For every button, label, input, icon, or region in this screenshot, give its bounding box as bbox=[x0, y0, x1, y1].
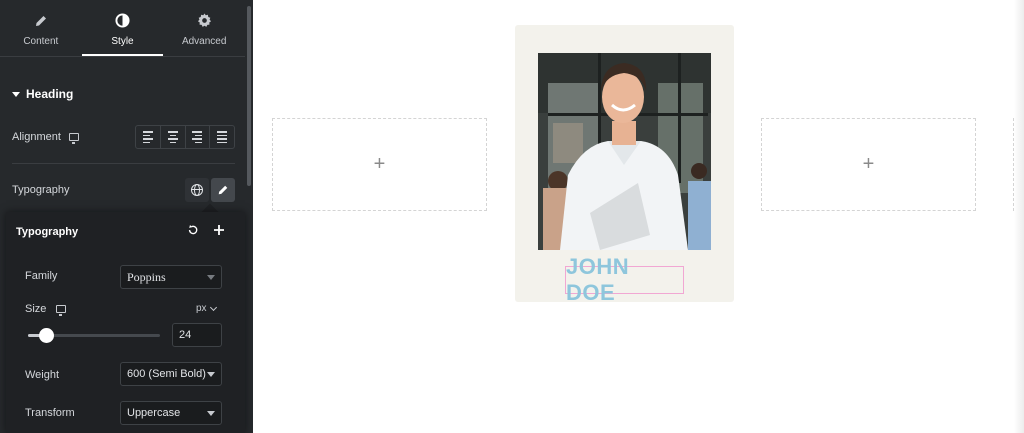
size-unit-value: px bbox=[196, 303, 207, 314]
gear-icon bbox=[197, 12, 212, 30]
chevron-down-icon bbox=[209, 303, 217, 311]
team-member-card[interactable]: JOHN DOE bbox=[515, 25, 734, 305]
style-panel: Content Style Advanced Heading Alignment bbox=[0, 0, 253, 433]
monitor-icon[interactable] bbox=[68, 133, 79, 144]
section-title: Heading bbox=[26, 87, 74, 101]
align-center-button[interactable] bbox=[161, 126, 186, 148]
contrast-icon bbox=[115, 12, 130, 30]
plus-icon: + bbox=[373, 153, 386, 175]
size-input[interactable]: 24 bbox=[172, 323, 222, 347]
tab-label: Advanced bbox=[181, 35, 227, 47]
align-justify-button[interactable] bbox=[210, 126, 234, 148]
weight-label: Weight bbox=[25, 369, 60, 381]
popover-title: Typography bbox=[16, 226, 79, 238]
page-canvas: + JOHN DOE + bbox=[253, 0, 1024, 433]
size-slider[interactable] bbox=[28, 328, 160, 343]
globe-icon bbox=[191, 184, 203, 196]
size-unit-select[interactable]: px bbox=[196, 303, 217, 314]
alignment-label-text: Alignment bbox=[12, 131, 61, 143]
typography-controls bbox=[185, 178, 235, 202]
typography-label: Typography bbox=[12, 184, 69, 196]
pencil-icon bbox=[218, 185, 228, 195]
member-name-heading[interactable]: JOHN DOE bbox=[566, 254, 683, 306]
tab-label: Content bbox=[23, 35, 59, 47]
text-transform-value: Uppercase bbox=[127, 407, 181, 419]
divider bbox=[12, 163, 235, 164]
chevron-down-icon bbox=[207, 411, 215, 416]
chevron-down-icon bbox=[207, 275, 215, 280]
align-justify-icon bbox=[217, 131, 228, 143]
transform-label: Transform bbox=[25, 407, 75, 419]
caret-down-icon bbox=[12, 91, 20, 97]
alignment-control bbox=[135, 125, 235, 149]
font-family-value: Poppins bbox=[127, 269, 166, 284]
global-fonts-button[interactable] bbox=[185, 178, 209, 202]
font-family-select[interactable]: Poppins bbox=[120, 265, 222, 289]
size-input-value: 24 bbox=[179, 329, 192, 341]
size-label: Size bbox=[25, 303, 67, 316]
tab-advanced[interactable]: Advanced bbox=[163, 0, 245, 56]
panel-tabs: Content Style Advanced bbox=[0, 0, 245, 56]
panel-scrollbar[interactable] bbox=[247, 6, 251, 186]
editor-root: Content Style Advanced Heading Alignment bbox=[0, 0, 1024, 433]
size-slider-handle[interactable] bbox=[39, 328, 55, 343]
reset-icon[interactable] bbox=[187, 224, 199, 239]
size-label-text: Size bbox=[25, 303, 47, 315]
section-heading-toggle[interactable]: Heading bbox=[12, 87, 73, 101]
pencil-icon bbox=[34, 12, 48, 30]
heading-selection-box[interactable]: JOHN DOE bbox=[565, 254, 684, 305]
align-left-button[interactable] bbox=[136, 126, 161, 148]
typography-label-text: Typography bbox=[12, 184, 70, 196]
chevron-down-icon bbox=[207, 372, 215, 377]
font-weight-value: 600 (Semi Bold) bbox=[127, 368, 206, 380]
alignment-label: Alignment bbox=[12, 131, 79, 144]
tab-content[interactable]: Content bbox=[0, 0, 82, 56]
align-left-icon bbox=[142, 131, 153, 143]
tab-style[interactable]: Style bbox=[81, 0, 164, 56]
add-widget-placeholder[interactable]: + bbox=[272, 118, 487, 211]
canvas-edge-placeholder bbox=[1013, 118, 1014, 211]
text-transform-select[interactable]: Uppercase bbox=[120, 401, 222, 425]
monitor-icon[interactable] bbox=[56, 305, 67, 316]
typography-popover: Typography Family Poppins Size px 24 Wei… bbox=[6, 212, 245, 433]
align-right-icon bbox=[192, 131, 203, 143]
add-widget-placeholder-right[interactable]: + bbox=[761, 118, 976, 211]
font-weight-select[interactable]: 600 (Semi Bold) bbox=[120, 362, 222, 386]
family-label: Family bbox=[25, 270, 58, 282]
tabs-divider bbox=[0, 56, 245, 57]
popover-actions bbox=[187, 224, 225, 239]
tab-label: Style bbox=[111, 35, 134, 47]
align-right-button[interactable] bbox=[186, 126, 211, 148]
canvas-edge-shadow bbox=[1014, 0, 1024, 433]
plus-icon[interactable] bbox=[213, 224, 225, 239]
plus-icon: + bbox=[862, 153, 875, 175]
align-center-icon bbox=[167, 131, 178, 143]
profile-photo[interactable] bbox=[538, 53, 711, 250]
edit-typography-button[interactable] bbox=[211, 178, 235, 202]
